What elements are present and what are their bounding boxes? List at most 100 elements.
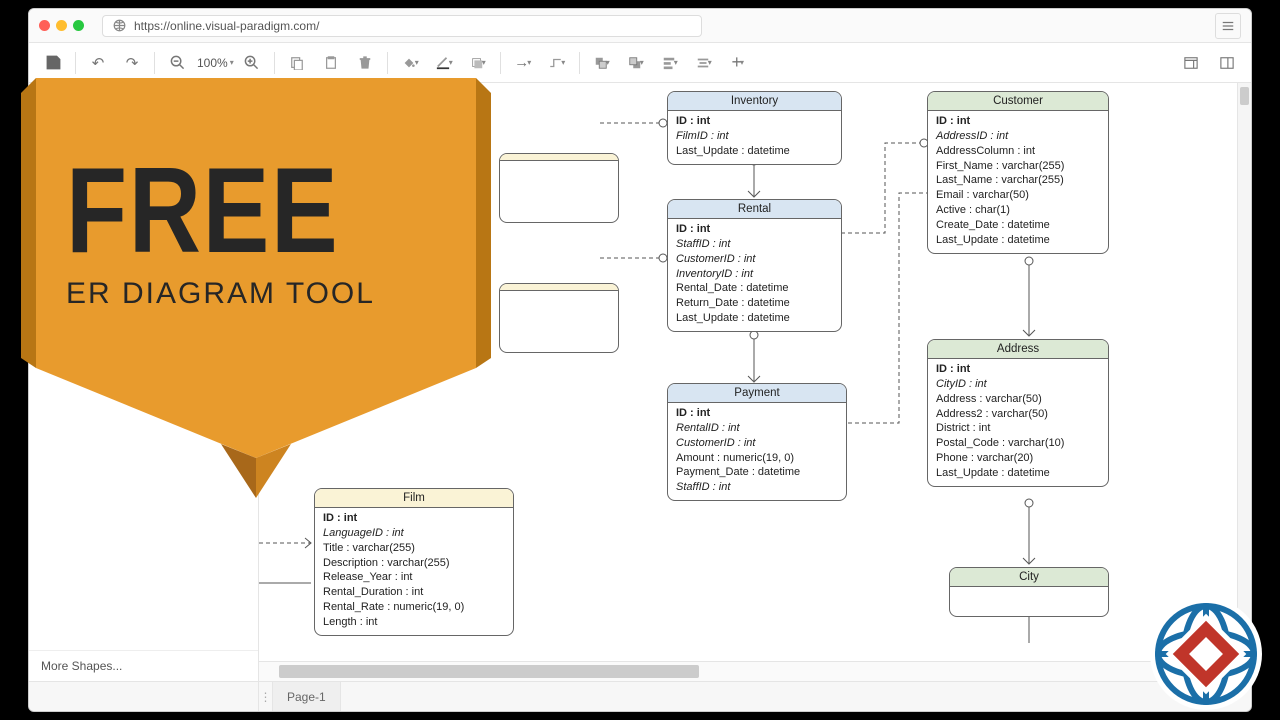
entity-film[interactable]: Film ID : intLanguageID : intTitle : var… <box>314 488 514 636</box>
vertical-scrollbar[interactable] <box>1237 83 1251 661</box>
entity-attribute: Postal_Code : varchar(10) <box>936 436 1100 451</box>
zoom-level[interactable]: 100% <box>195 56 230 70</box>
fill-button[interactable]: ▾ <box>394 48 426 78</box>
entity-title: City <box>950 568 1108 587</box>
globe-icon <box>113 19 126 32</box>
titlebar <box>29 9 1251 43</box>
align-button[interactable]: ▾ <box>654 48 686 78</box>
zoom-out-button[interactable] <box>161 48 193 78</box>
entity-attribute: Address : varchar(50) <box>936 392 1100 407</box>
outline-panel-button[interactable] <box>1211 48 1243 78</box>
entity-address[interactable]: Address ID : intCityID : intAddress : va… <box>927 339 1109 487</box>
url-bar[interactable] <box>102 15 702 37</box>
format-panel-button[interactable] <box>1175 48 1207 78</box>
entity-attribute: Last_Update : datetime <box>676 144 833 159</box>
scroll-thumb[interactable] <box>279 665 699 678</box>
toolbar: ↶ ↷ 100%▾ ▾ ▾ ▾ →▾ ▾ ▾ ▾ ▾ ▾ +▾ <box>29 43 1251 83</box>
main-area: En More Shapes... <box>29 83 1251 681</box>
entity-attribute: CityID : int <box>936 377 1100 392</box>
url-input[interactable] <box>134 19 691 33</box>
entity-attribute: CustomerID : int <box>676 252 833 267</box>
shape-search-input[interactable] <box>35 89 252 113</box>
add-button[interactable]: +▾ <box>722 48 754 78</box>
entity-city[interactable]: City <box>949 567 1109 617</box>
entity-hidden-2[interactable] <box>499 283 619 353</box>
delete-button[interactable] <box>349 48 381 78</box>
canvas[interactable]: Inventory ID : intFilmID : intLast_Updat… <box>259 83 1251 681</box>
shape-entity-green[interactable] <box>43 164 258 182</box>
entity-attribute: LanguageID : int <box>323 526 505 541</box>
entity-attribute: Amount : numeric(19, 0) <box>676 451 838 466</box>
page-tabs-bar: ⋮ Page-1 <box>29 681 1251 711</box>
entity-attribute: Length : int <box>323 615 505 630</box>
scroll-thumb[interactable] <box>1240 87 1249 105</box>
tofront-button[interactable]: ▾ <box>586 48 618 78</box>
entity-title: Customer <box>928 92 1108 111</box>
entity-attribute: Payment_Date : datetime <box>676 465 838 480</box>
more-shapes-button[interactable]: More Shapes... <box>29 651 258 681</box>
shape-entity-yellow[interactable] <box>43 146 258 164</box>
entity-attribute: Phone : varchar(20) <box>936 451 1100 466</box>
entity-attribute: Email : varchar(50) <box>936 188 1100 203</box>
copy-button[interactable] <box>281 48 313 78</box>
entity-attribute: Last_Update : datetime <box>936 466 1100 481</box>
zoom-in-button[interactable] <box>236 48 268 78</box>
paste-button[interactable] <box>315 48 347 78</box>
sidebar-section-entity[interactable]: En <box>29 120 258 146</box>
minimize-icon[interactable] <box>56 20 67 31</box>
entity-title: Payment <box>668 384 846 403</box>
entity-attribute: FilmID : int <box>676 129 833 144</box>
connector-style-button[interactable]: →▾ <box>507 48 539 78</box>
entity-attribute: AddressColumn : int <box>936 144 1100 159</box>
app-window: ↶ ↷ 100%▾ ▾ ▾ ▾ →▾ ▾ ▾ ▾ ▾ ▾ +▾ En <box>28 8 1252 712</box>
entity-inventory[interactable]: Inventory ID : intFilmID : intLast_Updat… <box>667 91 842 165</box>
tab-drag-icon[interactable]: ⋮ <box>259 682 273 711</box>
entity-attribute: Title : varchar(255) <box>323 541 505 556</box>
entity-attribute: Address2 : varchar(50) <box>936 407 1100 422</box>
entity-attribute: Description : varchar(255) <box>323 556 505 571</box>
brand-logo <box>1146 594 1266 714</box>
save-button[interactable] <box>37 48 69 78</box>
entity-rental[interactable]: Rental ID : intStaffID : intCustomerID :… <box>667 199 842 332</box>
toback-button[interactable]: ▾ <box>620 48 652 78</box>
entity-attribute: Last_Name : varchar(255) <box>936 173 1100 188</box>
entity-attribute: First_Name : varchar(255) <box>936 159 1100 174</box>
maximize-icon[interactable] <box>73 20 84 31</box>
entity-attribute: AddressID : int <box>936 129 1100 144</box>
entity-attribute: Release_Year : int <box>323 570 505 585</box>
page-tab-1[interactable]: Page-1 <box>273 682 341 711</box>
sidebar: En More Shapes... <box>29 83 259 681</box>
entity-payment[interactable]: Payment ID : intRentalID : intCustomerID… <box>667 383 847 501</box>
entity-hidden-1[interactable] <box>499 153 619 223</box>
entity-attribute: ID : int <box>323 511 505 526</box>
shadow-button[interactable]: ▾ <box>462 48 494 78</box>
zoom-caret-icon[interactable]: ▾ <box>230 58 234 67</box>
entity-attribute: StaffID : int <box>676 237 833 252</box>
undo-button[interactable]: ↶ <box>82 48 114 78</box>
entity-attribute: Last_Update : datetime <box>936 233 1100 248</box>
distribute-button[interactable]: ▾ <box>688 48 720 78</box>
entity-attribute: ID : int <box>936 114 1100 129</box>
hamburger-icon <box>1221 19 1235 33</box>
entity-attribute: Rental_Duration : int <box>323 585 505 600</box>
close-icon[interactable] <box>39 20 50 31</box>
entity-title: Inventory <box>668 92 841 111</box>
entity-attribute: ID : int <box>676 406 838 421</box>
entity-attribute: InventoryID : int <box>676 267 833 282</box>
redo-button[interactable]: ↷ <box>116 48 148 78</box>
entity-customer[interactable]: Customer ID : intAddressID : intAddressC… <box>927 91 1109 254</box>
entity-attribute: StaffID : int <box>676 480 838 495</box>
entity-attribute: Rental_Date : datetime <box>676 281 833 296</box>
entity-attribute: Active : char(1) <box>936 203 1100 218</box>
entity-title: Film <box>315 489 513 508</box>
entity-attribute: ID : int <box>676 222 833 237</box>
entity-attribute: Return_Date : datetime <box>676 296 833 311</box>
stroke-button[interactable]: ▾ <box>428 48 460 78</box>
horizontal-scrollbar[interactable] <box>259 661 1237 681</box>
entity-attribute: District : int <box>936 421 1100 436</box>
entity-attribute: CustomerID : int <box>676 436 838 451</box>
entity-attribute: Create_Date : datetime <box>936 218 1100 233</box>
waypoint-button[interactable]: ▾ <box>541 48 573 78</box>
hamburger-button[interactable] <box>1215 13 1241 39</box>
entity-attribute: ID : int <box>676 114 833 129</box>
